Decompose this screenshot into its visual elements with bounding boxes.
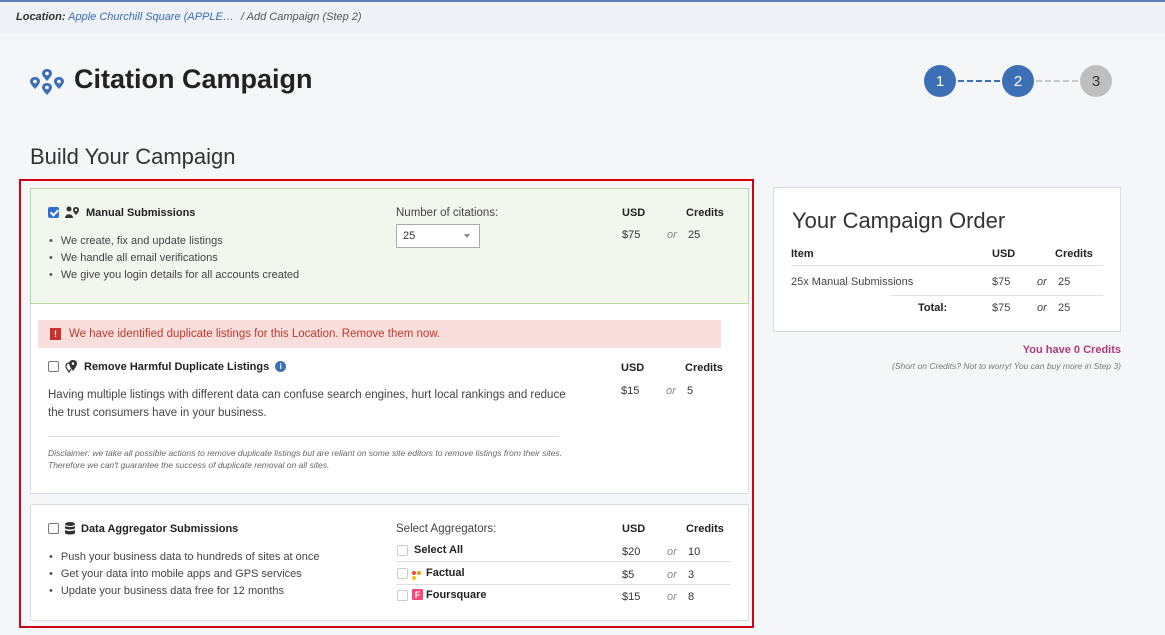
order-total-usd: $75	[992, 302, 1011, 314]
order-total-label: Total:	[918, 302, 948, 314]
usd-header: USD	[621, 362, 645, 374]
order-row-credits: 25	[1058, 276, 1071, 288]
option-label: Select All	[414, 544, 464, 556]
or-text: or	[667, 591, 677, 603]
duplicate-alert: ! We have identified duplicate listings …	[38, 320, 721, 348]
order-title: Your Campaign Order	[792, 208, 1006, 233]
manual-submissions-title: Manual Submissions	[86, 206, 196, 219]
order-credits-header: Credits	[1055, 248, 1093, 260]
option-label: Factual	[426, 567, 465, 579]
usd-header: USD	[622, 207, 646, 219]
option-usd: $20	[622, 546, 641, 558]
manual-usd: $75	[622, 229, 641, 241]
aggregator-option-foursquare: F Foursquare $15 or 8	[396, 588, 731, 607]
order-total-credits: 25	[1058, 302, 1071, 314]
factual-checkbox[interactable]	[397, 568, 408, 579]
or-text: or	[1037, 302, 1047, 314]
aggregator-checkbox[interactable]	[48, 523, 59, 534]
alert-icon: !	[50, 328, 61, 340]
aggregator-title: Data Aggregator Submissions	[81, 522, 239, 535]
info-icon[interactable]: i	[275, 361, 287, 372]
aggregator-option-factual: Factual $5 or 3	[396, 566, 731, 585]
location-link[interactable]: Apple Churchill Square (APPLE…	[68, 11, 234, 23]
stepper: 1 2 3	[924, 65, 1112, 97]
order-row-item: 25x Manual Submissions	[791, 276, 914, 288]
list-item: We handle all email verifications	[49, 250, 299, 267]
or-text: or	[1037, 276, 1047, 288]
order-row-usd: $75	[992, 276, 1011, 288]
manual-submissions-card: Manual Submissions We create, fix and up…	[30, 188, 749, 304]
aggregator-card: Data Aggregator Submissions Push your bu…	[30, 504, 749, 621]
aggregators-label: Select Aggregators:	[396, 523, 497, 535]
list-item: We create, fix and update listings	[49, 233, 299, 250]
citations-select[interactable]: 25	[396, 224, 480, 248]
order-item-header: Item	[791, 248, 814, 260]
citations-value: 25	[403, 230, 416, 242]
manual-features: We create, fix and update listings We ha…	[49, 233, 299, 284]
page-title: Citation Campaign	[74, 64, 313, 94]
or-text: or	[667, 229, 677, 241]
step-3[interactable]: 3	[1080, 65, 1112, 97]
duplicates-usd: $15	[621, 385, 640, 397]
duplicate-pin-icon	[65, 360, 77, 373]
database-icon	[65, 522, 75, 535]
list-item: Get your data into mobile apps and GPS s…	[49, 566, 320, 583]
credits-header: Credits	[685, 362, 723, 374]
option-usd: $15	[622, 591, 641, 603]
credits-header: Credits	[686, 207, 724, 219]
option-usd: $5	[622, 569, 635, 581]
credits-hint: (Short on Credits? Not to worry! You can…	[892, 361, 1121, 371]
factual-logo-icon	[412, 571, 422, 581]
manual-submissions-checkbox[interactable]	[48, 207, 59, 218]
breadcrumb: Location: Apple Churchill Square (APPLE……	[0, 2, 1165, 33]
duplicates-disclaimer: Disclaimer: we take all possible actions…	[48, 448, 562, 470]
list-item: Push your business data to hundreds of s…	[49, 549, 320, 566]
map-pins-icon	[30, 68, 64, 95]
remove-duplicates-title: Remove Harmful Duplicate Listings	[84, 360, 270, 373]
foursquare-checkbox[interactable]	[397, 590, 408, 601]
manual-credits: 25	[688, 229, 701, 241]
campaign-builder: Manual Submissions We create, fix and up…	[19, 179, 754, 628]
remove-duplicates-checkbox[interactable]	[48, 361, 59, 372]
build-campaign-title: Build Your Campaign	[30, 144, 236, 169]
duplicates-credits: 5	[687, 385, 694, 397]
list-item: Update your business data free for 12 mo…	[49, 583, 320, 600]
usd-header: USD	[622, 523, 646, 535]
select-all-checkbox[interactable]	[397, 545, 408, 556]
divider	[791, 265, 1103, 266]
page-header: Citation Campaign	[28, 64, 313, 95]
or-text: or	[667, 569, 677, 581]
aggregator-features: Push your business data to hundreds of s…	[49, 549, 320, 600]
duplicate-alert-text[interactable]: We have identified duplicate listings fo…	[69, 328, 440, 340]
breadcrumb-current: / Add Campaign (Step 2)	[240, 11, 362, 23]
option-credits: 10	[688, 546, 701, 558]
step-connector	[958, 80, 1000, 82]
chevron-down-icon	[464, 234, 470, 238]
step-1[interactable]: 1	[924, 65, 956, 97]
credits-balance: You have 0 Credits	[1022, 344, 1121, 356]
step-connector	[1036, 80, 1078, 82]
divider	[891, 295, 1103, 296]
foursquare-logo-icon: F	[412, 589, 423, 600]
duplicates-description: Having multiple listings with different …	[48, 389, 566, 419]
option-credits: 8	[688, 591, 695, 603]
citations-label: Number of citations:	[396, 207, 499, 219]
list-item: We give you login details for all accoun…	[49, 267, 299, 284]
or-text: or	[666, 385, 676, 397]
option-credits: 3	[688, 569, 695, 581]
divider	[48, 436, 559, 437]
credits-note: You have 0 Credits (Short on Credits? No…	[892, 344, 1121, 371]
aggregator-option-select-all: Select All $20 or 10	[396, 543, 731, 562]
campaign-order-panel: Your Campaign Order Item USD Credits 25x…	[773, 187, 1121, 332]
order-usd-header: USD	[992, 248, 1016, 260]
or-text: or	[667, 546, 677, 558]
step-2[interactable]: 2	[1002, 65, 1034, 97]
credits-header: Credits	[686, 523, 724, 535]
option-label: Foursquare	[426, 589, 487, 601]
location-label: Location:	[16, 11, 66, 23]
users-pin-icon	[65, 206, 79, 218]
